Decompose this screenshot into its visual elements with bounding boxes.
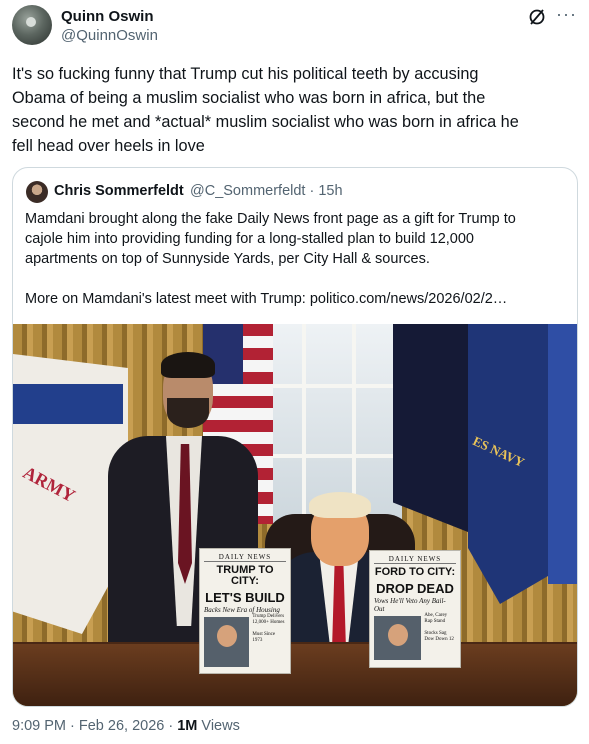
- newspaper-right-masthead: DAILY NEWS: [374, 555, 456, 564]
- quote-line: Mamdani brought along the fake Daily New…: [25, 211, 516, 227]
- newspaper-left: DAILY NEWS TRUMP TO CITY: LET'S BUILD Ba…: [199, 548, 291, 674]
- quote-line: apartments on top of Sunnyside Yards, pe…: [25, 251, 430, 267]
- newspaper-left-headline-2: LET'S BUILD: [205, 590, 285, 605]
- more-icon[interactable]: ···: [556, 5, 577, 23]
- views-label: Views: [197, 718, 240, 734]
- grok-icon[interactable]: [528, 8, 546, 26]
- tweet-timestamp[interactable]: 9:09 PM · Feb 26, 2026 ·: [12, 718, 177, 734]
- views-count: 1M: [177, 718, 198, 734]
- newspaper-right: DAILY NEWS FORD TO CITY: DROP DEAD Vows …: [369, 550, 461, 668]
- quote-line: More on Mamdani's latest meet with Trump…: [25, 291, 508, 307]
- newspaper-left-headline-1: TRUMP TO CITY:: [216, 564, 274, 587]
- quoted-tweet[interactable]: Chris Sommerfeldt @C_Sommerfeldt · 15h M…: [12, 167, 578, 707]
- tweet-line: It's so fucking funny that Trump cut his…: [12, 65, 479, 83]
- man-left-beard: [167, 398, 209, 428]
- author-name[interactable]: Quinn Oswin: [61, 8, 154, 25]
- avatar-shape: [26, 17, 36, 27]
- newspaper-left-small-2: Must Since 1973: [252, 632, 276, 643]
- dark-flag: [393, 324, 473, 534]
- newspaper-left-masthead: DAILY NEWS: [204, 553, 286, 562]
- newspaper-right-small-2: Stocks Sag Dow Down 12: [424, 631, 454, 642]
- newspaper-right-small-1: Abe, Carey Rap Stand: [424, 613, 448, 624]
- quote-photo[interactable]: ARMY ES NAVY DAILY NEWS TRUMP TO CITY: L…: [13, 324, 577, 706]
- tweet-line: second he met and *actual* muslim social…: [12, 113, 519, 131]
- author-handle[interactable]: @QuinnOswin: [61, 27, 158, 44]
- tweet-line: fell head over heels in love: [12, 137, 205, 155]
- desk: [13, 644, 577, 706]
- blue-flag: [548, 324, 577, 584]
- quote-text: Mamdani brought along the fake Daily New…: [25, 209, 570, 309]
- tweet-text: It's so fucking funny that Trump cut his…: [12, 62, 572, 158]
- newspaper-right-subhead: Vows He'll Veto Any Bail-Out: [374, 597, 446, 613]
- tweet-line: Obama of being a muslim socialist who wa…: [12, 89, 486, 107]
- newspaper-right-headline-1: FORD TO CITY:: [374, 566, 456, 578]
- newspaper-left-small-1: Trump Delivers 12,000+ Homes: [252, 614, 285, 625]
- newspaper-left-photo: [204, 617, 250, 667]
- avatar[interactable]: [12, 5, 52, 45]
- army-flag-band: [13, 384, 123, 424]
- tweet-meta: 9:09 PM · Feb 26, 2026 · 1M Views: [12, 718, 240, 734]
- man-left-hair: [161, 352, 215, 378]
- newspaper-right-photo: [374, 616, 422, 660]
- quote-avatar[interactable]: [26, 181, 48, 203]
- newspaper-left-subhead: Backs New Era of Housing: [204, 606, 280, 614]
- man-seated-hair: [309, 492, 371, 518]
- quote-author-name[interactable]: Chris Sommerfeldt: [54, 183, 184, 199]
- quote-line-blank: [25, 269, 570, 289]
- newspaper-right-headline-2: DROP DEAD: [376, 581, 454, 596]
- quote-author-handle-time[interactable]: @C_Sommerfeldt · 15h: [190, 183, 343, 199]
- quote-line: cajole him into providing funding for a …: [25, 231, 474, 247]
